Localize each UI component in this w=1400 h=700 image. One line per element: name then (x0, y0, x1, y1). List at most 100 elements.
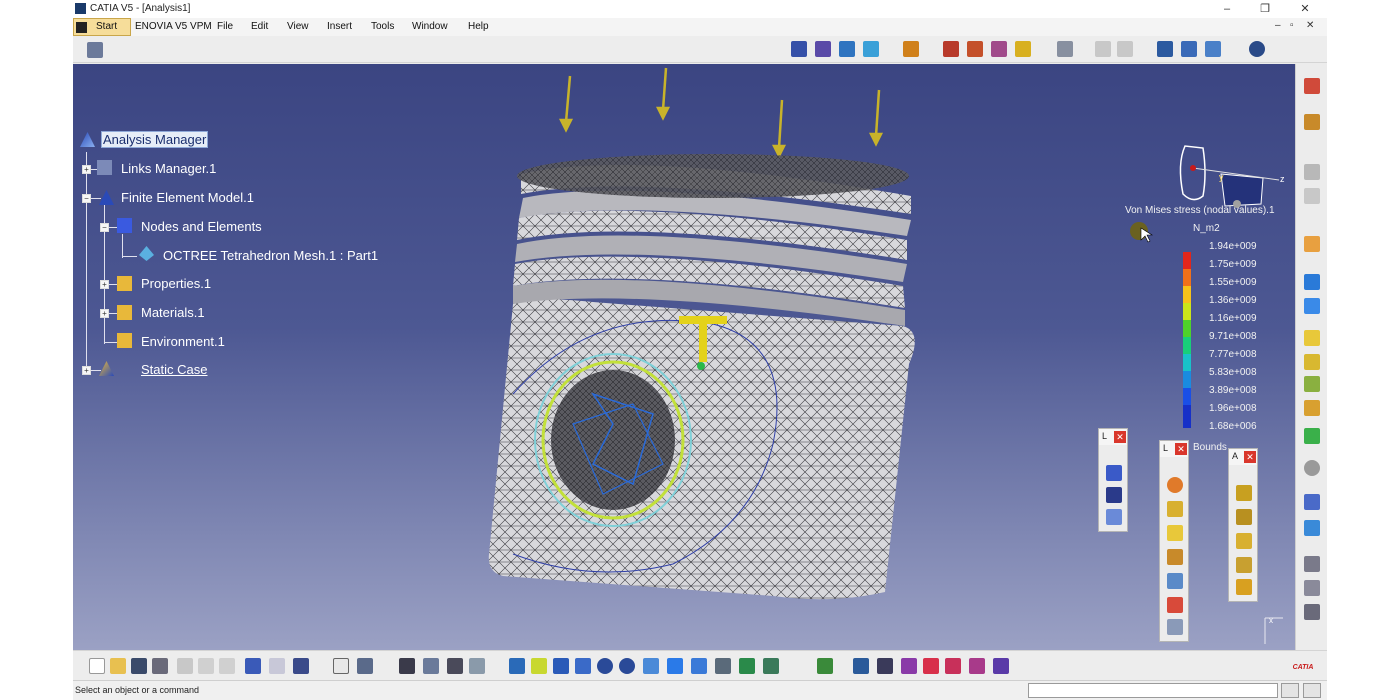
swap-space-icon[interactable] (763, 658, 779, 674)
view-icon[interactable] (839, 41, 855, 57)
cursor-icon[interactable] (1304, 236, 1320, 252)
render-style-icon[interactable] (791, 41, 807, 57)
tree-node-static-case[interactable]: Static Case (141, 362, 207, 377)
tree-node-environment[interactable]: Environment.1 (141, 334, 225, 349)
deformation-icon[interactable] (943, 41, 959, 57)
local-refinement-icon[interactable] (1304, 188, 1320, 204)
image-layout-icon[interactable] (1304, 556, 1320, 572)
mdi-close-button[interactable]: ✕ (1306, 20, 1314, 31)
rotate-icon[interactable] (1205, 41, 1221, 57)
table-icon[interactable] (1057, 41, 1073, 57)
sphere-icon[interactable] (1304, 460, 1320, 476)
shell-property-icon[interactable] (1304, 400, 1320, 416)
menu-view[interactable]: View (287, 21, 309, 32)
light-icon[interactable] (901, 658, 917, 674)
material-icon[interactable] (1304, 376, 1320, 392)
plane-icon[interactable] (1304, 580, 1320, 596)
expand-links-manager[interactable]: + (82, 165, 91, 174)
close-icon[interactable]: ✕ (1244, 451, 1256, 463)
mesh-quality-icon[interactable] (1304, 114, 1320, 130)
print-icon[interactable] (152, 658, 168, 674)
compass-icon[interactable] (1179, 145, 1280, 208)
undo-icon[interactable] (245, 658, 261, 674)
pan-icon[interactable] (1181, 41, 1197, 57)
knowledge-icon[interactable] (357, 658, 373, 674)
menu-window[interactable]: Window (412, 21, 448, 32)
mdi-restore-button[interactable]: ▫ (1290, 20, 1294, 31)
expand-properties[interactable]: + (100, 280, 109, 289)
workbench-icon[interactable] (87, 42, 103, 58)
menu-tools[interactable]: Tools (371, 21, 394, 32)
sketch-icon[interactable] (877, 658, 893, 674)
iso-view-icon[interactable] (691, 658, 707, 674)
menu-insert[interactable]: Insert (327, 21, 352, 32)
distributed-force-icon[interactable] (1106, 487, 1122, 503)
collapse-fem[interactable]: − (82, 194, 91, 203)
assembly-icon[interactable] (853, 658, 869, 674)
3d-property-icon[interactable] (1304, 354, 1320, 370)
pressure-icon[interactable] (1106, 465, 1122, 481)
new-file-icon[interactable] (89, 658, 105, 674)
close-icon[interactable]: ✕ (1175, 443, 1187, 455)
fly-mode-icon[interactable] (509, 658, 525, 674)
group-icon[interactable] (1304, 164, 1320, 180)
expand-materials[interactable]: + (100, 309, 109, 318)
displacement-icon[interactable] (991, 41, 1007, 57)
principal-stress-icon[interactable] (1015, 41, 1031, 57)
zoom-out-icon[interactable] (619, 658, 635, 674)
sensor-icon[interactable] (1117, 41, 1133, 57)
rigid-connection-icon[interactable] (1236, 557, 1252, 573)
collapse-nodes-elements[interactable]: − (100, 223, 109, 232)
measure-icon[interactable] (1304, 604, 1320, 620)
new-analysis-icon[interactable] (1304, 78, 1320, 94)
tree-node-properties[interactable]: Properties.1 (141, 276, 211, 291)
surface-slider-icon[interactable] (1167, 501, 1183, 517)
catalog-icon[interactable] (447, 658, 463, 674)
render-icon[interactable] (715, 658, 731, 674)
menu-help[interactable]: Help (468, 21, 489, 32)
tree-node-materials[interactable]: Materials.1 (141, 305, 205, 320)
mdi-minimize-button[interactable]: – (1275, 20, 1281, 31)
contact-icon[interactable] (1236, 485, 1252, 501)
advanced-restraint-icon[interactable] (1167, 597, 1183, 613)
close-icon[interactable]: ✕ (1114, 431, 1126, 443)
3d-viewport[interactable]: y z x Analysis Manager + Links Manager.1… (73, 64, 1295, 650)
tetra-mesh-icon[interactable] (1304, 274, 1320, 290)
tree-node-finite-element-model[interactable]: Finite Element Model.1 (121, 190, 254, 205)
parameters-icon[interactable] (993, 658, 1009, 674)
zoom-icon[interactable] (1249, 41, 1265, 57)
open-folder-icon[interactable] (110, 658, 126, 674)
floating-toolbar-loads[interactable]: L ✕ (1098, 428, 1128, 532)
grid-icon[interactable] (399, 658, 415, 674)
cut-icon[interactable] (177, 658, 193, 674)
close-button[interactable]: ✕ (1295, 1, 1315, 17)
save-icon[interactable] (131, 658, 147, 674)
redo-icon[interactable] (269, 658, 285, 674)
section-icon[interactable] (863, 41, 879, 57)
clamp-icon[interactable] (1167, 477, 1183, 493)
tree-node-analysis-manager[interactable]: Analysis Manager (101, 131, 209, 148)
multi-view-icon[interactable] (667, 658, 683, 674)
box-icon[interactable] (1304, 330, 1320, 346)
apply-material-icon[interactable] (469, 658, 485, 674)
hierarchy-icon[interactable] (423, 658, 439, 674)
slider-connection-icon[interactable] (1236, 533, 1252, 549)
copy-icon[interactable] (198, 658, 214, 674)
ball-join-icon[interactable] (1167, 525, 1183, 541)
command-input[interactable] (1028, 683, 1278, 698)
fastened-icon[interactable] (1236, 509, 1252, 525)
compute-icon[interactable] (903, 41, 919, 57)
floating-toolbar-analysis[interactable]: A ✕ (1228, 448, 1258, 602)
von-mises-icon[interactable] (967, 41, 983, 57)
zoom-in-icon[interactable] (597, 658, 613, 674)
iso-static-icon[interactable] (1167, 573, 1183, 589)
hide-show-icon[interactable] (739, 658, 755, 674)
normal-view-icon[interactable] (643, 658, 659, 674)
tree-toggle-icon[interactable] (817, 658, 833, 674)
formula-icon[interactable] (333, 658, 349, 674)
surface-mesh-icon[interactable] (1304, 298, 1320, 314)
tree-node-links-manager[interactable]: Links Manager.1 (121, 161, 216, 176)
report-icon[interactable] (1304, 494, 1320, 510)
rotate-view-icon[interactable] (575, 658, 591, 674)
menu-enovia[interactable]: ENOVIA V5 VPM (135, 21, 212, 32)
